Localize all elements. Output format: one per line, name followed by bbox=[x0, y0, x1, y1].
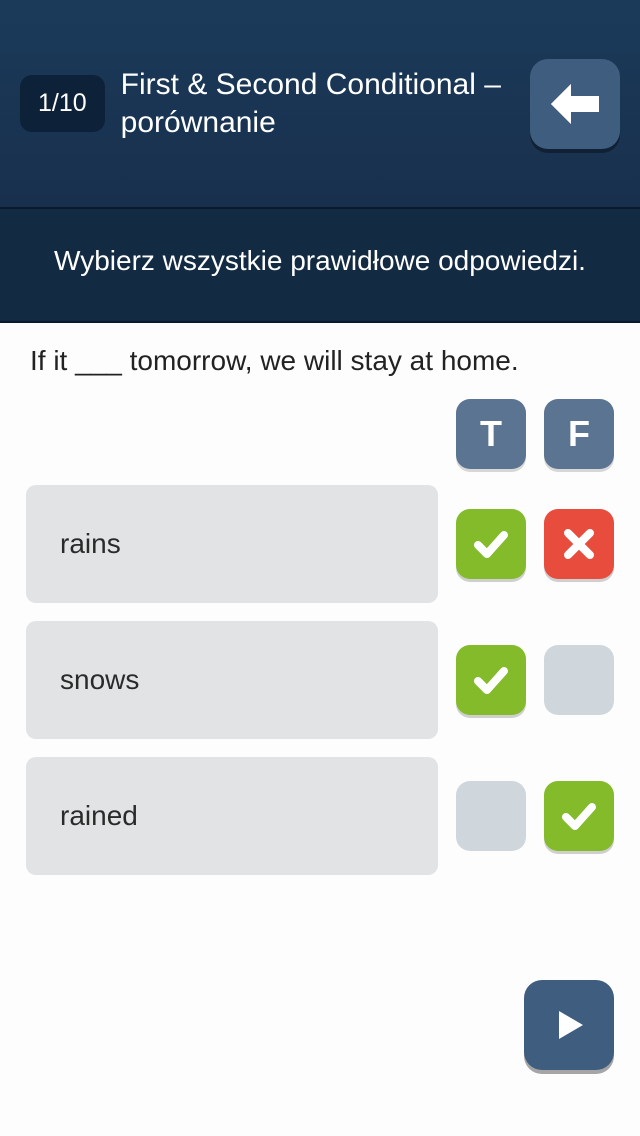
true-header-label: T bbox=[456, 399, 526, 469]
back-button[interactable] bbox=[530, 59, 620, 149]
option-false-button[interactable] bbox=[544, 781, 614, 851]
option-true-button[interactable] bbox=[456, 645, 526, 715]
next-button[interactable] bbox=[524, 980, 614, 1070]
instruction-text: Wybierz wszystkie prawidłowe odpowiedzi. bbox=[0, 207, 640, 323]
cross-icon bbox=[560, 525, 598, 563]
option-false-button[interactable] bbox=[544, 645, 614, 715]
header: 1/10 First & Second Conditional – porówn… bbox=[0, 0, 640, 207]
option-label: rained bbox=[26, 757, 438, 875]
check-icon bbox=[470, 523, 512, 565]
option-false-button[interactable] bbox=[544, 509, 614, 579]
option-label: rains bbox=[26, 485, 438, 603]
option-label: snows bbox=[26, 621, 438, 739]
lesson-title: First & Second Conditional – porównanie bbox=[121, 66, 514, 141]
tf-header: T F bbox=[0, 399, 640, 485]
check-icon bbox=[558, 795, 600, 837]
options-list: rains snows rained bbox=[0, 485, 640, 875]
question-text: If it ___ tomorrow, we will stay at home… bbox=[0, 323, 640, 399]
progress-counter: 1/10 bbox=[20, 75, 105, 132]
option-row: rains bbox=[26, 485, 614, 603]
check-icon bbox=[470, 659, 512, 701]
false-header-label: F bbox=[544, 399, 614, 469]
option-true-button[interactable] bbox=[456, 781, 526, 851]
option-true-button[interactable] bbox=[456, 509, 526, 579]
play-icon bbox=[547, 1003, 591, 1047]
option-row: snows bbox=[26, 621, 614, 739]
arrow-left-icon bbox=[547, 82, 603, 126]
option-row: rained bbox=[26, 757, 614, 875]
